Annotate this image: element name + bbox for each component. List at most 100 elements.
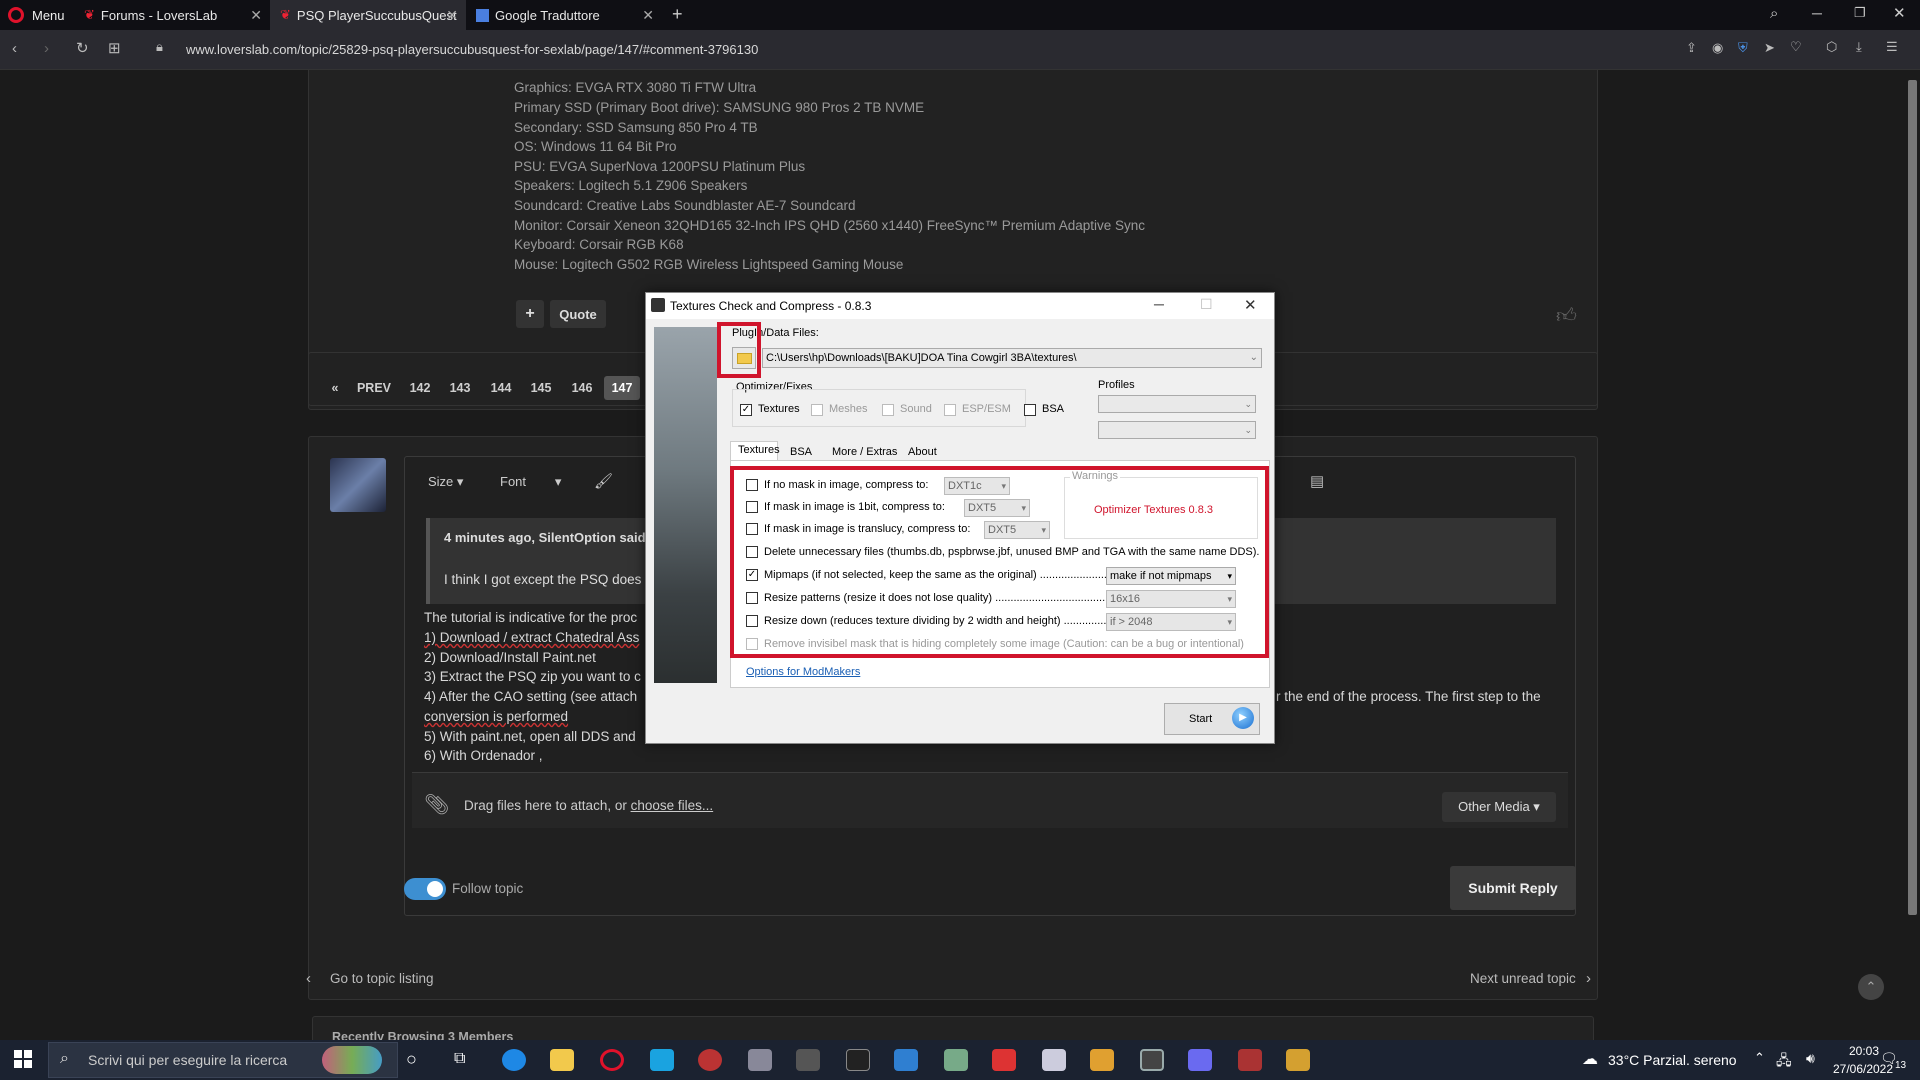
back-icon[interactable]: ‹ — [12, 40, 17, 57]
page-button[interactable]: 146 — [568, 376, 596, 400]
profile-combo[interactable]: ⌄ — [1098, 395, 1256, 413]
minimize-button[interactable]: ─ — [1812, 5, 1822, 21]
easy-setup-icon[interactable]: ☰ — [1886, 39, 1898, 55]
weather-icon[interactable]: ☁ — [1582, 1049, 1598, 1069]
close-icon[interactable]: ✕ — [446, 7, 458, 24]
new-tab-button[interactable]: + — [672, 4, 683, 25]
page-button[interactable]: 143 — [446, 376, 474, 400]
close-icon[interactable]: ✕ — [642, 7, 654, 24]
app-icon-dark[interactable] — [796, 1049, 820, 1071]
adblock-shield-icon[interactable]: ⛨ — [1738, 40, 1748, 56]
choose-files-link[interactable]: choose files... — [631, 798, 714, 813]
tab-psq[interactable]: ❦ PSQ PlayerSuccubusQuest ✕ — [270, 0, 466, 30]
page-scrollbar-thumb[interactable] — [1908, 80, 1917, 915]
cube-icon[interactable]: ⬡ — [1826, 39, 1837, 55]
download-icon[interactable]: ⤓ — [1856, 39, 1862, 55]
document-icon[interactable]: ▤ — [1310, 472, 1324, 490]
brush-icon[interactable]: 🖌︎ — [594, 472, 613, 490]
textures-checkbox[interactable]: ✓ — [740, 404, 752, 416]
post-line: 3) Extract the PSQ zip you want to c — [424, 669, 641, 684]
app-icon-green[interactable] — [944, 1049, 968, 1071]
send-icon[interactable]: ➤ — [1764, 40, 1775, 56]
app-icon-orange[interactable] — [1090, 1049, 1114, 1071]
avatar[interactable] — [330, 458, 386, 512]
tab-about[interactable]: About — [908, 446, 937, 458]
post-line: The tutorial is indicative for the proc — [424, 610, 638, 625]
opera-icon[interactable] — [600, 1049, 624, 1071]
close-icon[interactable]: ✕ — [250, 7, 262, 24]
bsa-checkbox[interactable] — [1024, 404, 1036, 416]
url-field[interactable]: www.loverslab.com/topic/25829-psq-player… — [186, 42, 758, 57]
like-icon[interactable]: 👍︎ — [1556, 304, 1577, 328]
task-view-icon[interactable]: ⧉ — [454, 1050, 465, 1068]
dialog-close-button[interactable]: ✕ — [1244, 296, 1257, 314]
spec-line: PSU: EVGA SuperNova 1200PSU Platinum Plu… — [514, 159, 806, 174]
page-button[interactable]: 145 — [527, 376, 555, 400]
tab-forums[interactable]: ❦ Forums - LoversLab ✕ — [74, 0, 270, 30]
quote-button[interactable]: Quote — [550, 300, 606, 328]
esp-checkbox[interactable] — [944, 404, 956, 416]
tab-search-icon[interactable]: ⌕ — [1770, 5, 1778, 22]
sound-checkbox[interactable] — [882, 404, 894, 416]
dialog-minimize-button[interactable]: ─ — [1154, 296, 1164, 312]
add-button[interactable]: + — [516, 300, 544, 328]
spec-line: Graphics: EVGA RTX 3080 Ti FTW Ultra — [514, 80, 757, 95]
page-button[interactable]: 142 — [406, 376, 434, 400]
camera-icon[interactable]: ◉ — [1712, 40, 1723, 56]
submit-reply-button[interactable]: Submit Reply — [1450, 866, 1576, 910]
tiles-icon[interactable]: ⊞ — [108, 39, 121, 57]
tray-chevron-icon[interactable]: ⌃ — [1754, 1050, 1765, 1066]
app-icon-arrow[interactable] — [1286, 1049, 1310, 1071]
app-icon-msi[interactable] — [846, 1049, 870, 1071]
chevron-down-icon: ⌄ — [1244, 425, 1252, 435]
browser-menu-button[interactable]: Menu — [32, 8, 65, 23]
edge-icon[interactable] — [502, 1049, 526, 1071]
app-icon-grey[interactable] — [748, 1049, 772, 1071]
tab-bsa[interactable]: BSA — [790, 446, 812, 458]
path-combo[interactable]: C:\Users\hp\Downloads\[BAKU]DOA Tina Cow… — [762, 348, 1262, 368]
app-icon-blue[interactable] — [894, 1049, 918, 1071]
cortana-icon[interactable]: ○ — [406, 1049, 417, 1070]
current-page-button[interactable]: 147 — [604, 376, 640, 400]
file-explorer-icon[interactable] — [550, 1049, 574, 1071]
textures-app-taskbar-icon[interactable] — [1140, 1049, 1164, 1071]
spec-line: OS: Windows 11 64 Bit Pro — [514, 139, 677, 154]
options-for-modmakers-link[interactable]: Options for ModMakers — [746, 666, 860, 678]
restore-button[interactable]: ❐ — [1854, 5, 1866, 21]
network-icon[interactable]: 🖧︎ — [1776, 1050, 1792, 1074]
font-dropdown[interactable]: Font ▾ — [500, 474, 561, 490]
windows-start-icon[interactable] — [14, 1050, 32, 1068]
skype-icon[interactable] — [650, 1049, 674, 1071]
post-line: 6) With Ordenador , — [424, 748, 543, 763]
reload-icon[interactable]: ↻ — [76, 39, 89, 57]
profile-combo-2[interactable]: ⌄ — [1098, 421, 1256, 439]
notification-count: 13 — [1895, 1060, 1907, 1071]
weather-text[interactable]: 33°C Parzial. sereno — [1608, 1052, 1737, 1068]
tab-more-extras[interactable]: More / Extras — [832, 446, 897, 458]
meshes-checkbox[interactable] — [811, 404, 823, 416]
share-icon[interactable]: ⇪ — [1686, 40, 1697, 56]
other-media-button[interactable]: Other Media ▾ — [1442, 792, 1556, 822]
tab-translate[interactable]: Google Traduttore ✕ — [466, 0, 662, 30]
follow-toggle[interactable] — [404, 878, 446, 900]
dialog-maximize-button[interactable]: ☐ — [1200, 296, 1213, 313]
page-button[interactable]: 144 — [487, 376, 515, 400]
close-window-button[interactable]: ✕ — [1893, 4, 1906, 22]
next-unread-topic-link[interactable]: Next unread topic — [1470, 971, 1576, 986]
heart-icon[interactable]: ♡ — [1790, 39, 1802, 55]
dialog-titlebar[interactable]: Textures Check and Compress - 0.8.3 ─ ☐ … — [646, 293, 1274, 319]
app-icon-red[interactable] — [698, 1049, 722, 1071]
size-dropdown[interactable]: Size ▾ — [428, 474, 463, 490]
prev-page-button[interactable]: PREV — [354, 376, 394, 400]
app-icon-f[interactable] — [992, 1049, 1016, 1071]
forward-icon[interactable]: › — [44, 40, 49, 57]
attach-text: Drag files here to attach, or choose fil… — [464, 798, 713, 813]
scroll-top-button[interactable]: ⌃ — [1858, 974, 1884, 1000]
app-icon-hwinfo[interactable] — [1238, 1049, 1262, 1071]
go-to-topic-listing-link[interactable]: Go to topic listing — [330, 971, 434, 986]
first-page-button[interactable]: « — [326, 376, 344, 400]
app-icon-pen[interactable] — [1188, 1049, 1212, 1071]
volume-icon[interactable]: 🔊︎ — [1806, 1050, 1815, 1067]
spec-line: Keyboard: Corsair RGB K68 — [514, 237, 684, 252]
app-icon-ff[interactable] — [1042, 1049, 1066, 1071]
